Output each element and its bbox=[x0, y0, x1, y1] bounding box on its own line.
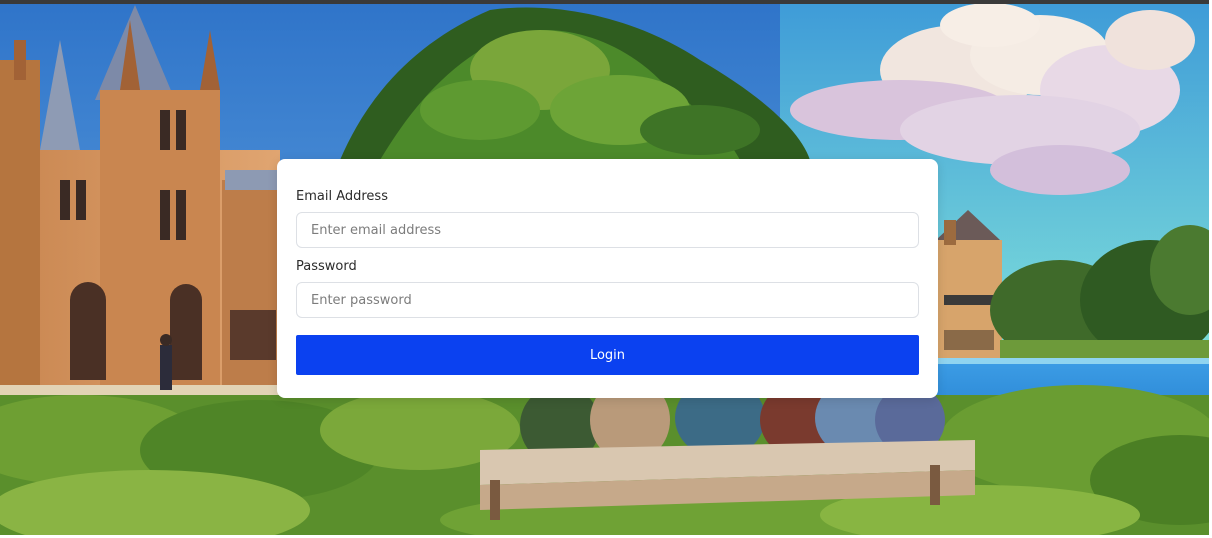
window-top-border bbox=[0, 0, 1212, 4]
password-input[interactable] bbox=[296, 282, 919, 318]
password-label: Password bbox=[296, 259, 357, 274]
login-button[interactable]: Login bbox=[296, 335, 919, 375]
email-label: Email Address bbox=[296, 189, 388, 204]
login-form: Email Address Password Login bbox=[277, 159, 938, 398]
lake-shoreline bbox=[930, 358, 1212, 364]
login-page: Email Address Password Login bbox=[0, 0, 1212, 538]
email-input[interactable] bbox=[296, 212, 919, 248]
